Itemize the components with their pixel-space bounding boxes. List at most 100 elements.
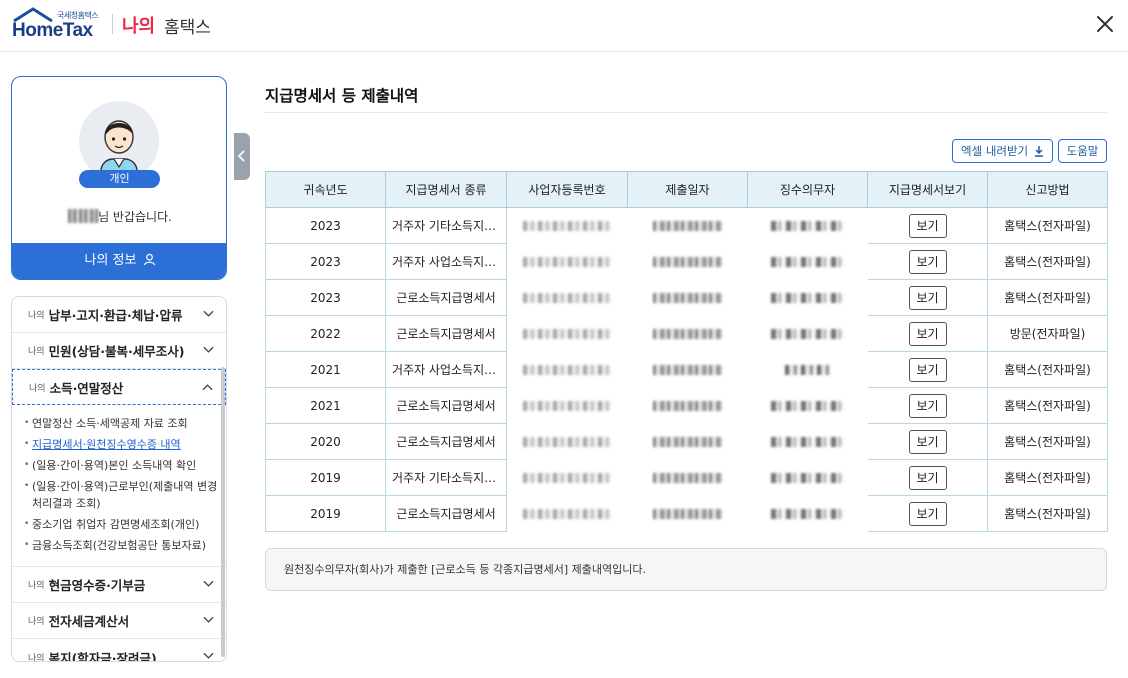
submit-date-cell [627,315,748,352]
column-header: 귀속년도 [265,171,386,208]
submenu-item[interactable]: 중소기업 취업자 감면명세조회(개인) [24,516,218,533]
submenu-item-active[interactable]: 지급명세서·원천징수영수증 내역 [24,436,218,453]
logo-title: HomeTax [12,20,93,41]
column-header: 제출일자 [627,171,748,208]
type-cell: 거주자 사업소득지급명세서 [385,243,507,280]
table-row: 2022 근로소득지급명세서 보기 방문(전자파일) [265,315,1108,352]
view-cell: 보기 [867,387,988,424]
view-cell: 보기 [867,423,988,460]
sidebar-item-welfare[interactable]: 나의 복지(학자금·장려금) [12,639,226,661]
submit-date-cell [627,351,748,388]
avatar [79,101,159,181]
view-button[interactable]: 보기 [908,249,947,274]
masked-value [770,293,845,303]
business-number-cell [506,279,628,316]
submit-date-cell [627,423,748,460]
method-cell: 방문(전자파일) [987,315,1108,352]
view-button[interactable]: 보기 [908,465,947,490]
submenu-item[interactable]: 금융소득조회(건강보험공단 통보자료) [24,537,218,554]
method-cell: 홈택스(전자파일) [987,459,1108,496]
view-button[interactable]: 보기 [908,357,947,382]
menu-scrollbar[interactable] [221,367,225,657]
masked-value [770,509,845,519]
header-divider [112,14,113,34]
business-number-cell [506,459,628,496]
menu-prefix: 나의 [29,383,46,394]
masked-value [770,221,845,231]
view-button[interactable]: 보기 [908,321,947,346]
masked-value [770,329,845,339]
close-icon[interactable] [1094,13,1116,35]
income-submenu: 연말정산 소득·세액공제 자료 조회 지급명세서·원천징수영수증 내역 (일용·… [12,405,226,567]
column-header: 사업자등록번호 [506,171,628,208]
greeting-suffix: 님 반갑습니다. [98,210,172,224]
sidebar-item-civil[interactable]: 나의 민원(상담·불복·세무조사) [12,333,226,369]
help-button[interactable]: 도움말 [1058,139,1107,163]
masked-value [523,509,611,519]
masked-value [652,509,723,519]
masked-value [770,473,845,483]
masked-value [523,293,611,303]
withholder-cell [747,351,868,388]
view-cell: 보기 [867,315,988,352]
submenu-item[interactable]: 연말정산 소득·세액공제 자료 조회 [24,415,218,432]
view-button[interactable]: 보기 [908,393,947,418]
method-cell: 홈택스(전자파일) [987,495,1108,532]
sidebar-item-income[interactable]: 나의 소득·연말정산 [12,369,226,405]
masked-value [770,401,845,411]
table-row: 2021 거주자 사업소득지급명세서 보기 홈택스(전자파일) [265,351,1108,388]
masked-value [523,401,611,411]
section-hometax-label: 홈택스 [164,18,211,38]
type-cell: 거주자 사업소득지급명세서 [385,351,507,388]
year-cell: 2019 [265,459,386,496]
year-cell: 2019 [265,495,386,532]
type-cell: 근로소득지급명세서 [385,387,507,424]
business-number-cell [506,387,628,424]
submit-date-cell [627,279,748,316]
sidebar-item-receipt[interactable]: 나의 현금영수증·기부금 [12,567,226,603]
masked-value [523,221,611,231]
masked-value [770,437,845,447]
view-cell: 보기 [867,351,988,388]
withholder-cell [747,207,868,244]
submenu-item[interactable]: (일용·간이·용역)본인 소득내역 확인 [24,457,218,474]
title-divider [265,112,1107,113]
sidebar-item-payment[interactable]: 나의 납부·고지·환급·체납·압류 [12,297,226,333]
chevron-down-icon [203,616,214,623]
view-cell: 보기 [867,459,988,496]
masked-value [770,257,845,267]
year-cell: 2022 [265,315,386,352]
masked-value [523,473,611,483]
excel-download-button[interactable]: 엑셀 내려받기 [952,139,1053,163]
view-button[interactable]: 보기 [908,213,947,238]
chevron-down-icon [203,310,214,317]
business-number-cell [506,351,628,388]
column-header: 지급명세서 종류 [385,171,507,208]
method-cell: 홈택스(전자파일) [987,387,1108,424]
section-my-label: 나의 [122,16,156,37]
chevron-down-icon [203,652,214,659]
type-cell: 근로소득지급명세서 [385,495,507,532]
sidebar-collapse-handle[interactable] [234,133,250,180]
my-info-button[interactable]: 나의 정보 [12,243,226,279]
masked-value [652,365,723,375]
table-row: 2023 거주자 사업소득지급명세서 보기 홈택스(전자파일) [265,243,1108,280]
profile-card: 개인 님 반갑습니다. 나의 정보 [11,76,227,280]
view-button[interactable]: 보기 [908,429,947,454]
withholder-cell [747,387,868,424]
user-type-badge: 개인 [79,170,160,188]
table-row: 2020 근로소득지급명세서 보기 홈택스(전자파일) [265,423,1108,460]
year-cell: 2021 [265,387,386,424]
view-button[interactable]: 보기 [908,501,947,526]
submenu-item[interactable]: (일용·간이·용역)근로부인(제출내역 변경 처리결과 조회) [24,478,218,512]
sidebar-item-einvoice[interactable]: 나의 전자세금계산서 [12,603,226,639]
view-cell: 보기 [867,207,988,244]
business-number-cell [506,315,628,352]
business-number-cell [506,423,628,460]
page-title: 지급명세서 등 제출내역 [265,87,419,105]
hometax-logo[interactable]: 국세청홈택스 HomeTax [10,7,110,43]
menu-label: 민원(상담·불복·세무조사) [48,344,185,359]
excel-download-label: 엑셀 내려받기 [961,144,1029,158]
masked-value [523,365,611,375]
view-button[interactable]: 보기 [908,285,947,310]
